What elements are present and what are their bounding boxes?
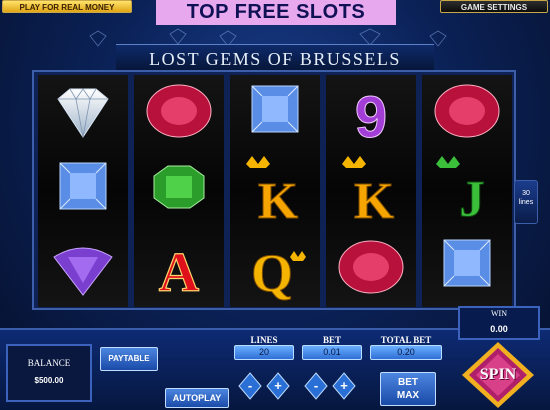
total-bet-label: TOTAL BET <box>380 335 432 345</box>
lines-increase-button[interactable]: + <box>266 372 290 400</box>
emerald-symbol-icon <box>134 152 224 229</box>
paytable-button[interactable]: PAYTABLE <box>100 347 158 371</box>
win-display: WIN 0.00 <box>458 306 540 340</box>
letter-a-symbol-icon: A <box>134 229 224 306</box>
bet-max-line1: BET <box>398 377 418 388</box>
bet-increase-button[interactable]: + <box>332 372 356 400</box>
game-settings-button[interactable]: GAME SETTINGS <box>440 0 548 13</box>
ruby-symbol-icon <box>422 75 512 152</box>
svg-text:9: 9 <box>355 85 387 150</box>
reel-2: A <box>134 75 224 307</box>
svg-text:Q: Q <box>251 243 293 303</box>
autoplay-button[interactable]: AUTOPLAY <box>165 388 229 408</box>
top-free-slots-banner: TOP FREE SLOTS <box>156 0 396 25</box>
svg-text:K: K <box>258 173 299 229</box>
game-title: LOST GEMS OF BRUSSELS <box>149 49 401 69</box>
svg-text:J: J <box>459 171 485 228</box>
reel-5: J <box>422 75 512 307</box>
reels-area: A K Q 9 K J <box>32 70 516 310</box>
letter-j-symbol-icon: J <box>422 152 512 229</box>
balance-display: BALANCE $500.00 <box>6 344 92 402</box>
lines-value: 20 <box>234 345 294 360</box>
purple-trillion-gem-icon <box>38 229 128 306</box>
minus-icon: - <box>247 378 253 393</box>
balance-label: BALANCE <box>27 358 71 368</box>
letter-q-symbol-icon: Q <box>230 229 320 306</box>
bet-max-button[interactable]: BET MAX <box>380 372 436 406</box>
lines-label: LINES <box>250 335 278 345</box>
reel-4: 9 K <box>326 75 416 307</box>
play-for-real-money-button[interactable]: PLAY FOR REAL MONEY <box>2 0 132 13</box>
bet-decrease-button[interactable]: - <box>304 372 328 400</box>
balance-value: $500.00 <box>34 376 64 385</box>
reel-1 <box>38 75 128 307</box>
number-9-symbol-icon: 9 <box>326 75 416 152</box>
win-value: 0.00 <box>490 324 508 334</box>
reel-3: K Q <box>230 75 320 307</box>
letter-k-symbol-icon: K <box>326 152 416 229</box>
spin-button[interactable]: SPIN <box>460 340 536 410</box>
plus-icon: + <box>340 378 348 393</box>
diamond-symbol-icon <box>38 75 128 152</box>
ruby-symbol-icon <box>134 75 224 152</box>
lines-decrease-button[interactable]: - <box>238 372 262 400</box>
ruby-symbol-icon <box>326 229 416 306</box>
bet-value: 0.01 <box>302 345 362 360</box>
total-bet-value: 0.20 <box>370 345 442 360</box>
blue-square-gem-icon <box>230 75 320 152</box>
lines-indicator[interactable]: 30 lines <box>514 180 538 224</box>
spin-label: SPIN <box>479 366 517 383</box>
plus-icon: + <box>274 378 282 393</box>
slot-game-screen: PLAY FOR REAL MONEY TOP FREE SLOTS GAME … <box>0 0 550 410</box>
win-label: WIN <box>491 309 507 318</box>
svg-text:A: A <box>159 242 200 304</box>
bet-label: BET <box>322 335 341 345</box>
svg-text:K: K <box>354 173 395 229</box>
minus-icon: - <box>313 378 319 393</box>
letter-k-symbol-icon: K <box>230 152 320 229</box>
blue-square-gem-icon <box>38 152 128 229</box>
blue-square-gem-icon <box>422 229 512 306</box>
game-title-plate: LOST GEMS OF BRUSSELS <box>116 44 434 72</box>
bet-max-line2: MAX <box>396 390 420 401</box>
